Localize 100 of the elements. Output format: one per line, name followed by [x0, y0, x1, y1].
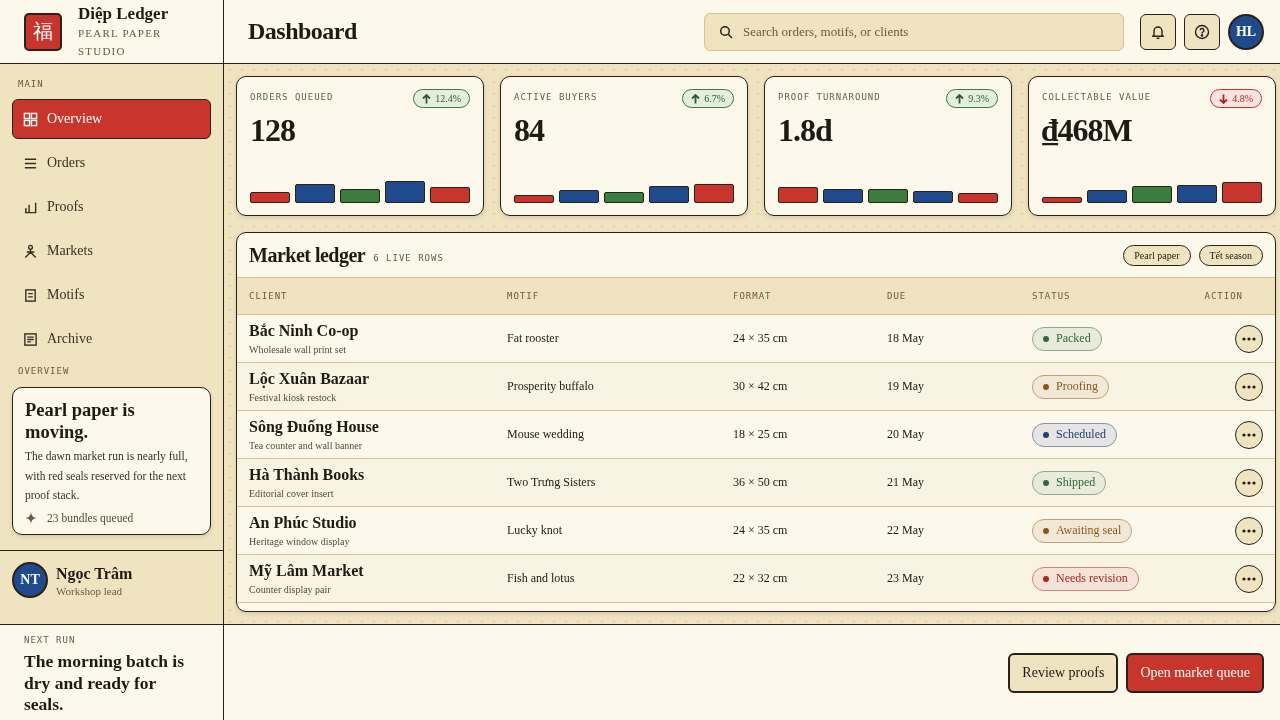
kpi-label: COLLECTABLE VALUE — [1042, 91, 1152, 103]
brand-name: Diệp Ledger — [78, 3, 169, 24]
status-badge: Awaiting seal — [1032, 518, 1133, 543]
card-text: The dawn market run is nearly full, with red seals reserved for the next proof stack. — [25, 449, 189, 504]
column-header: FORMAT — [733, 290, 773, 302]
arrow-up-icon — [691, 93, 701, 104]
client-name: Mỹ Lâm Market — [249, 561, 364, 580]
status-badge: Packed — [1032, 326, 1102, 351]
client-name: Hà Thành Books — [249, 465, 365, 484]
more-button[interactable] — [1235, 420, 1263, 449]
trend-badge: 12.4% — [413, 89, 470, 108]
secondary-button[interactable]: Review proofs — [1008, 652, 1119, 693]
motif-cell: Lucky knot — [507, 523, 562, 538]
format-cell: 36 × 50 cm — [733, 475, 788, 490]
section-label: MAIN — [17, 78, 45, 90]
user-avatar: NT — [12, 562, 48, 598]
document-icon — [23, 331, 38, 347]
more-button[interactable] — [1235, 516, 1263, 545]
more-button[interactable] — [1235, 324, 1263, 353]
trend-badge: 6.7% — [682, 89, 734, 108]
client-note: Counter display pair — [249, 583, 331, 596]
due-cell: 21 May — [887, 475, 924, 490]
search-icon — [719, 24, 733, 39]
more-button[interactable] — [1235, 468, 1263, 497]
due-cell: 23 May — [887, 571, 924, 586]
more-icon — [1242, 336, 1256, 341]
filter-chip[interactable]: Tết season — [1198, 244, 1263, 266]
due-cell: 18 May — [887, 331, 924, 346]
sidebar-item[interactable]: Orders — [12, 143, 211, 183]
motif-cell: Prosperity buffalo — [507, 379, 594, 394]
more-icon — [1242, 576, 1256, 581]
bell-icon — [1150, 23, 1166, 40]
client-note: Festival kiosk restock — [249, 391, 337, 404]
search-input[interactable]: Search orders, motifs, or clients — [743, 21, 1109, 42]
status-badge: Needs revision — [1032, 566, 1139, 591]
section-label: NEXT RUN — [24, 634, 76, 646]
due-cell: 22 May — [887, 523, 924, 538]
list-box-icon — [23, 287, 38, 303]
kpi-value: 128 — [250, 111, 295, 149]
more-icon — [1242, 432, 1256, 437]
client-note: Wholesale wall print set — [249, 343, 346, 356]
section-label: OVERVIEW — [17, 365, 71, 377]
arrow-down-icon — [1219, 93, 1229, 104]
more-button[interactable] — [1235, 564, 1263, 593]
due-cell: 20 May — [887, 427, 924, 442]
status-badge: Scheduled — [1032, 422, 1117, 447]
format-cell: 30 × 42 cm — [733, 379, 788, 394]
column-header: CLIENT — [249, 290, 289, 302]
trend-badge: 9.3% — [946, 89, 998, 108]
motif-cell: Two Trưng Sisters — [507, 475, 596, 490]
client-name: Bắc Ninh Co-op — [249, 321, 359, 340]
more-icon — [1242, 528, 1256, 533]
help-icon — [1194, 23, 1210, 40]
sidebar-item[interactable]: Proofs — [12, 187, 211, 227]
format-cell: 24 × 35 cm — [733, 523, 788, 538]
format-cell: 22 × 32 cm — [733, 571, 788, 586]
brand-logo: 福 — [24, 12, 62, 51]
status-badge: Shipped — [1032, 470, 1107, 495]
kpi-label: ACTIVE BUYERS — [514, 91, 598, 103]
user-avatar[interactable]: HL — [1228, 13, 1264, 50]
arrow-up-icon — [422, 93, 432, 104]
kpi-value: 84 — [514, 111, 544, 149]
grid-icon — [23, 111, 38, 127]
client-note: Tea counter and wall banner — [249, 439, 363, 452]
motif-cell: Fat rooster — [507, 331, 559, 346]
motif-cell: Fish and lotus — [507, 571, 575, 586]
sidebar-item[interactable]: Markets — [12, 231, 211, 271]
client-note: Editorial cover insert — [249, 487, 334, 500]
person-icon — [23, 243, 38, 259]
next-run-text: The morning batch is dry and ready for seals. — [24, 651, 185, 716]
sidebar-item[interactable]: Motifs — [12, 275, 211, 315]
more-icon — [1242, 480, 1256, 485]
sidebar-item[interactable]: Overview — [12, 99, 211, 139]
search-field[interactable]: Search orders, motifs, or clients — [704, 12, 1124, 51]
column-header: ACTION — [1204, 290, 1243, 302]
client-note: Heritage window display — [249, 535, 350, 548]
column-header: MOTIF — [507, 290, 541, 302]
client-name: An Phúc Studio — [249, 513, 357, 532]
kpi-value: 1.8d — [778, 111, 832, 149]
sparkle-icon — [25, 511, 37, 524]
column-header: STATUS — [1032, 290, 1072, 302]
more-button[interactable] — [1235, 372, 1263, 401]
more-icon — [1242, 384, 1256, 389]
format-cell: 24 × 35 cm — [733, 331, 788, 346]
due-cell: 19 May — [887, 379, 924, 394]
arrow-up-icon — [955, 93, 965, 104]
help-button[interactable] — [1184, 13, 1220, 50]
row-count: 6 LIVE ROWS — [373, 252, 444, 264]
motif-cell: Mouse wedding — [507, 427, 584, 442]
kpi-label: PROOF TURNAROUND — [778, 91, 881, 103]
primary-button[interactable]: Open market queue — [1126, 652, 1264, 693]
sidebar-item[interactable]: Archive — [12, 319, 211, 359]
client-name: Sông Đuống House — [249, 417, 379, 436]
filter-chip[interactable]: Pearl paper — [1123, 244, 1191, 266]
page-title: Dashboard — [248, 18, 357, 45]
column-header: DUE — [887, 290, 908, 302]
card-title: Pearl paper is moving. — [25, 399, 136, 443]
client-name: Lộc Xuân Bazaar — [249, 369, 369, 388]
user-role: Workshop lead — [56, 584, 123, 598]
notifications-button[interactable] — [1140, 13, 1176, 50]
